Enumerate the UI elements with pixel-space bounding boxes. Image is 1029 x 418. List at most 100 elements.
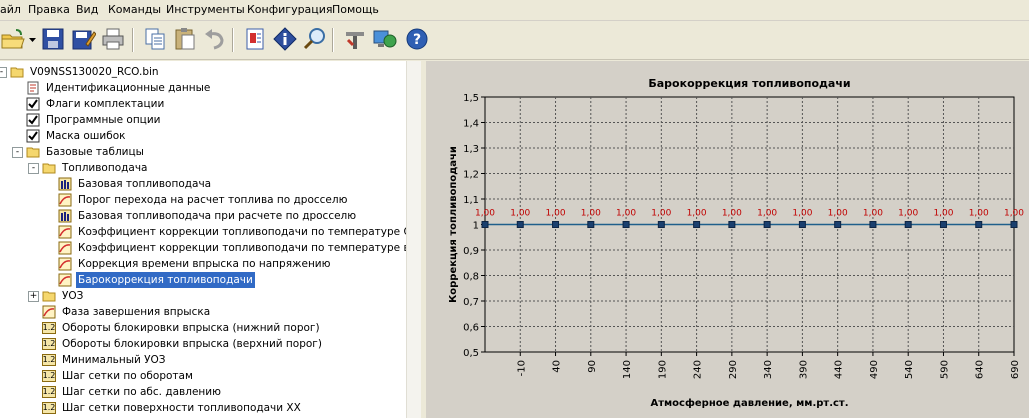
tree-node[interactable]: 1.2 Шаг сетки по оборотам — [0, 368, 406, 384]
chart-title: Барокоррекция топливоподачи — [648, 77, 850, 90]
data-point — [834, 221, 842, 228]
diamond-info-icon[interactable] — [272, 26, 298, 52]
tree-node[interactable]: 1.2 Минимальный УОЗ — [0, 352, 406, 368]
tree-node[interactable]: Барокоррекция топливоподачи — [0, 272, 406, 288]
menu-item-4[interactable]: Инструменты — [166, 3, 245, 16]
help-icon[interactable]: ? — [404, 26, 430, 52]
collapse-toggle[interactable]: - — [12, 147, 23, 158]
monitor-globe-icon[interactable] — [372, 26, 398, 52]
tree-node-label[interactable]: Шаг сетки по абс. давлению — [60, 384, 223, 400]
menu-item-5[interactable]: Конфигурация — [247, 3, 333, 16]
undo-icon[interactable] — [202, 26, 228, 52]
tree-node-label[interactable]: Флаги комплектации — [44, 96, 166, 112]
value-icon-text: 1.2 — [42, 403, 56, 412]
tree-node[interactable]: + УОЗ — [0, 288, 406, 304]
value-icon: 1.2 — [42, 385, 56, 399]
tree-node-label[interactable]: Программные опции — [44, 112, 162, 128]
tree-node[interactable]: 1.2 Шаг сетки по абс. давлению — [0, 384, 406, 400]
tree-node-label[interactable]: Шаг сетки по оборотам — [60, 368, 195, 384]
open-folder-icon[interactable] — [0, 26, 26, 52]
tree-node[interactable]: Фаза завершения впрыска — [0, 304, 406, 320]
collapse-toggle[interactable]: - — [28, 163, 39, 174]
paste-icon[interactable] — [172, 26, 198, 52]
tree-node-label[interactable]: Маска ошибок — [44, 128, 127, 144]
menu-item-6[interactable]: Помощь — [332, 3, 379, 16]
tree-node-label[interactable]: Барокоррекция топливоподачи — [76, 272, 255, 288]
tree-node-label[interactable]: Обороты блокировки впрыска (верхний поро… — [60, 336, 324, 352]
tree-node[interactable]: - Базовые таблицы — [0, 144, 406, 160]
tree-node-label[interactable]: Базовые таблицы — [44, 144, 146, 160]
y-tick-label: 0,8 — [463, 272, 479, 283]
tree-node[interactable]: Коэффициент коррекции топливоподачи по т… — [0, 224, 420, 240]
tree-node-label[interactable]: Коэффициент коррекции топливоподачи по т… — [76, 240, 420, 256]
tree-node[interactable]: Маска ошибок — [0, 128, 406, 144]
save-icon[interactable] — [40, 26, 66, 52]
tree-node[interactable]: 1.2 Шаг сетки поверхности топливоподачи Х… — [0, 400, 406, 416]
x-tick-label: 90 — [587, 360, 598, 373]
tree-node-label[interactable]: Шаг сетки поверхности топливоподачи ХХ — [60, 400, 303, 416]
document-icon[interactable] — [242, 26, 268, 52]
x-tick-label: 640 — [975, 360, 986, 379]
save-as-icon[interactable] — [70, 26, 97, 52]
menu-item-1[interactable]: Правка — [28, 3, 70, 16]
tree-node-label[interactable]: Коррекция времени впрыска по напряжению — [76, 256, 332, 272]
print-icon[interactable] — [100, 26, 126, 52]
tree-node-label[interactable]: Коэффициент коррекции топливоподачи по т… — [76, 224, 420, 240]
folder-icon — [10, 65, 24, 79]
tree-view[interactable]: - V09NSS130020_RCO.bin Идентификационные д… — [0, 61, 421, 418]
magnifier-icon[interactable] — [302, 26, 328, 52]
tree-node-label[interactable]: Порог перехода на расчет топлива по дрос… — [76, 192, 349, 208]
tree-node[interactable]: Коэффициент коррекции топливоподачи по т… — [0, 240, 420, 256]
tree-node[interactable]: Идентификационные данные — [0, 80, 406, 96]
menu-item-2[interactable]: Вид — [76, 3, 98, 16]
graph-icon — [58, 273, 72, 287]
tree-node-label[interactable]: V09NSS130020_RCO.bin — [28, 64, 161, 80]
data-label: 1,00 — [546, 209, 566, 219]
tree-node[interactable]: Коррекция времени впрыска по напряжению — [0, 256, 406, 272]
y-tick-label: 1,4 — [463, 119, 479, 130]
tree-node-label[interactable]: Базовая топливоподача при расчете по дро… — [76, 208, 358, 224]
chart-pane: 1,5 1,4 1,3 1,2 1,1 1 0,9 0,8 0,7 0,6 0,5 -10 40 90 14… — [426, 61, 1029, 418]
data-label: 1,00 — [722, 209, 742, 219]
tree-node-label[interactable]: Обороты блокировки впрыска (нижний порог… — [60, 320, 322, 336]
data-point — [904, 221, 912, 228]
x-tick-label: 340 — [763, 360, 774, 379]
menu-item-0[interactable]: айл — [0, 3, 21, 16]
tree-node[interactable]: 1.2 Обороты блокировки впрыска (нижний по… — [0, 320, 406, 336]
data-point — [481, 221, 489, 228]
data-point — [622, 221, 630, 228]
data-label: 1,00 — [1004, 209, 1024, 219]
expand-toggle[interactable]: + — [28, 291, 39, 302]
collapse-toggle[interactable]: - — [0, 67, 7, 78]
tree-node-label[interactable]: УОЗ — [60, 288, 85, 304]
dropdown-arrow-icon[interactable] — [28, 26, 38, 52]
tree-node[interactable]: Базовая топливоподача при расчете по дро… — [0, 208, 406, 224]
toolbar-separator — [232, 28, 234, 52]
tree-node[interactable]: Флаги комплектации — [0, 96, 406, 112]
tree-node-label[interactable]: Базовая топливоподача — [76, 176, 213, 192]
tools-icon[interactable] — [342, 26, 368, 52]
value-icon: 1.2 — [42, 337, 56, 351]
tree-node-label[interactable]: Идентификационные данные — [44, 80, 212, 96]
tree-node[interactable]: Порог перехода на расчет топлива по дрос… — [0, 192, 406, 208]
tree-node[interactable]: - V09NSS130020_RCO.bin — [0, 64, 406, 80]
tree-node[interactable]: 1.2 Обороты блокировки впрыска (верхний п… — [0, 336, 406, 352]
menu-item-3[interactable]: Команды — [108, 3, 161, 16]
tree-node[interactable]: - Топливоподача — [0, 160, 406, 176]
graph-icon — [42, 305, 56, 319]
data-label: 1,00 — [651, 209, 671, 219]
x-tick-label: 440 — [834, 360, 845, 379]
copy-icon[interactable] — [142, 26, 168, 52]
tree-node-label[interactable]: Топливоподача — [60, 160, 149, 176]
tree-node[interactable]: Базовая топливоподача — [0, 176, 406, 192]
tree-node-label[interactable]: Фаза завершения впрыска — [60, 304, 212, 320]
x-tick-label: -10 — [516, 360, 527, 376]
x-tick-label: 540 — [904, 360, 915, 379]
data-label: 1,00 — [475, 209, 495, 219]
tree-scrollbar[interactable] — [406, 61, 421, 418]
checkbox-icon — [26, 113, 40, 127]
tree-node-label[interactable]: Минимальный УОЗ — [60, 352, 168, 368]
tree-node[interactable]: Программные опции — [0, 112, 406, 128]
graph-icon — [58, 225, 72, 239]
data-label: 1,00 — [616, 209, 636, 219]
